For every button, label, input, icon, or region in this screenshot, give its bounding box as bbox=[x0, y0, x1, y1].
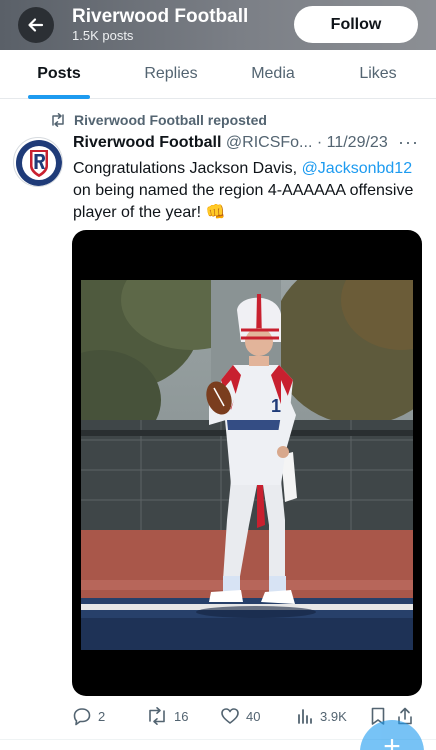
tab-likes[interactable]: Likes bbox=[320, 50, 436, 98]
profile-title: Riverwood Football bbox=[72, 6, 249, 27]
arrow-left-icon bbox=[28, 18, 44, 32]
tweet-text: Congratulations Jackson Davis, @Jacksonb… bbox=[73, 158, 428, 224]
riverwood-logo-icon bbox=[16, 140, 62, 186]
plus-icon: + bbox=[383, 730, 401, 750]
repost-label: Riverwood Football reposted bbox=[74, 112, 267, 128]
football-player-photo[interactable]: 12 bbox=[81, 280, 413, 650]
reply-button[interactable]: 2 bbox=[72, 704, 105, 728]
reply-icon bbox=[73, 708, 91, 726]
tweet-text-end: on being named the region 4-AAAAAA offen… bbox=[73, 182, 414, 221]
avatar[interactable] bbox=[13, 137, 63, 187]
follow-button[interactable]: Follow bbox=[294, 6, 418, 43]
repost-context[interactable]: Riverwood Football reposted bbox=[50, 112, 267, 128]
tab-replies[interactable]: Replies bbox=[113, 50, 229, 98]
more-options-button[interactable]: ··· bbox=[398, 132, 419, 153]
author-handle[interactable]: @RICSFo... bbox=[226, 134, 312, 151]
views-button[interactable]: 3.9K bbox=[296, 704, 347, 728]
repost-count: 16 bbox=[174, 708, 189, 724]
views-count: 3.9K bbox=[320, 708, 347, 724]
profile-tabs: Posts Replies Media Likes bbox=[0, 50, 436, 99]
tab-posts[interactable]: Posts bbox=[0, 50, 118, 98]
back-button[interactable] bbox=[18, 7, 54, 43]
repost-icon bbox=[52, 113, 64, 127]
tab-media[interactable]: Media bbox=[215, 50, 331, 98]
tweet-text-start: Congratulations Jackson Davis, bbox=[73, 160, 302, 177]
mention-link[interactable]: @Jacksonbd12 bbox=[302, 160, 413, 177]
reply-count: 2 bbox=[98, 708, 106, 724]
repost-button[interactable]: 16 bbox=[146, 704, 188, 728]
tweet-meta: Riverwood Football @RICSFo... · 11/29/23 bbox=[73, 134, 388, 152]
player-image: 12 bbox=[81, 280, 413, 650]
views-icon bbox=[298, 709, 312, 724]
tweet-media[interactable]: 12 bbox=[72, 230, 422, 696]
tweet-date[interactable]: · 11/29/23 bbox=[317, 134, 388, 151]
active-tab-indicator bbox=[28, 95, 90, 99]
author-name[interactable]: Riverwood Football bbox=[73, 134, 221, 151]
post-count: 1.5K posts bbox=[72, 28, 134, 43]
repost-icon bbox=[149, 707, 165, 725]
like-button[interactable]: 40 bbox=[220, 704, 260, 728]
like-count: 40 bbox=[246, 708, 261, 724]
heart-icon bbox=[221, 708, 239, 724]
profile-header: Riverwood Football 1.5K posts Follow bbox=[0, 0, 436, 50]
